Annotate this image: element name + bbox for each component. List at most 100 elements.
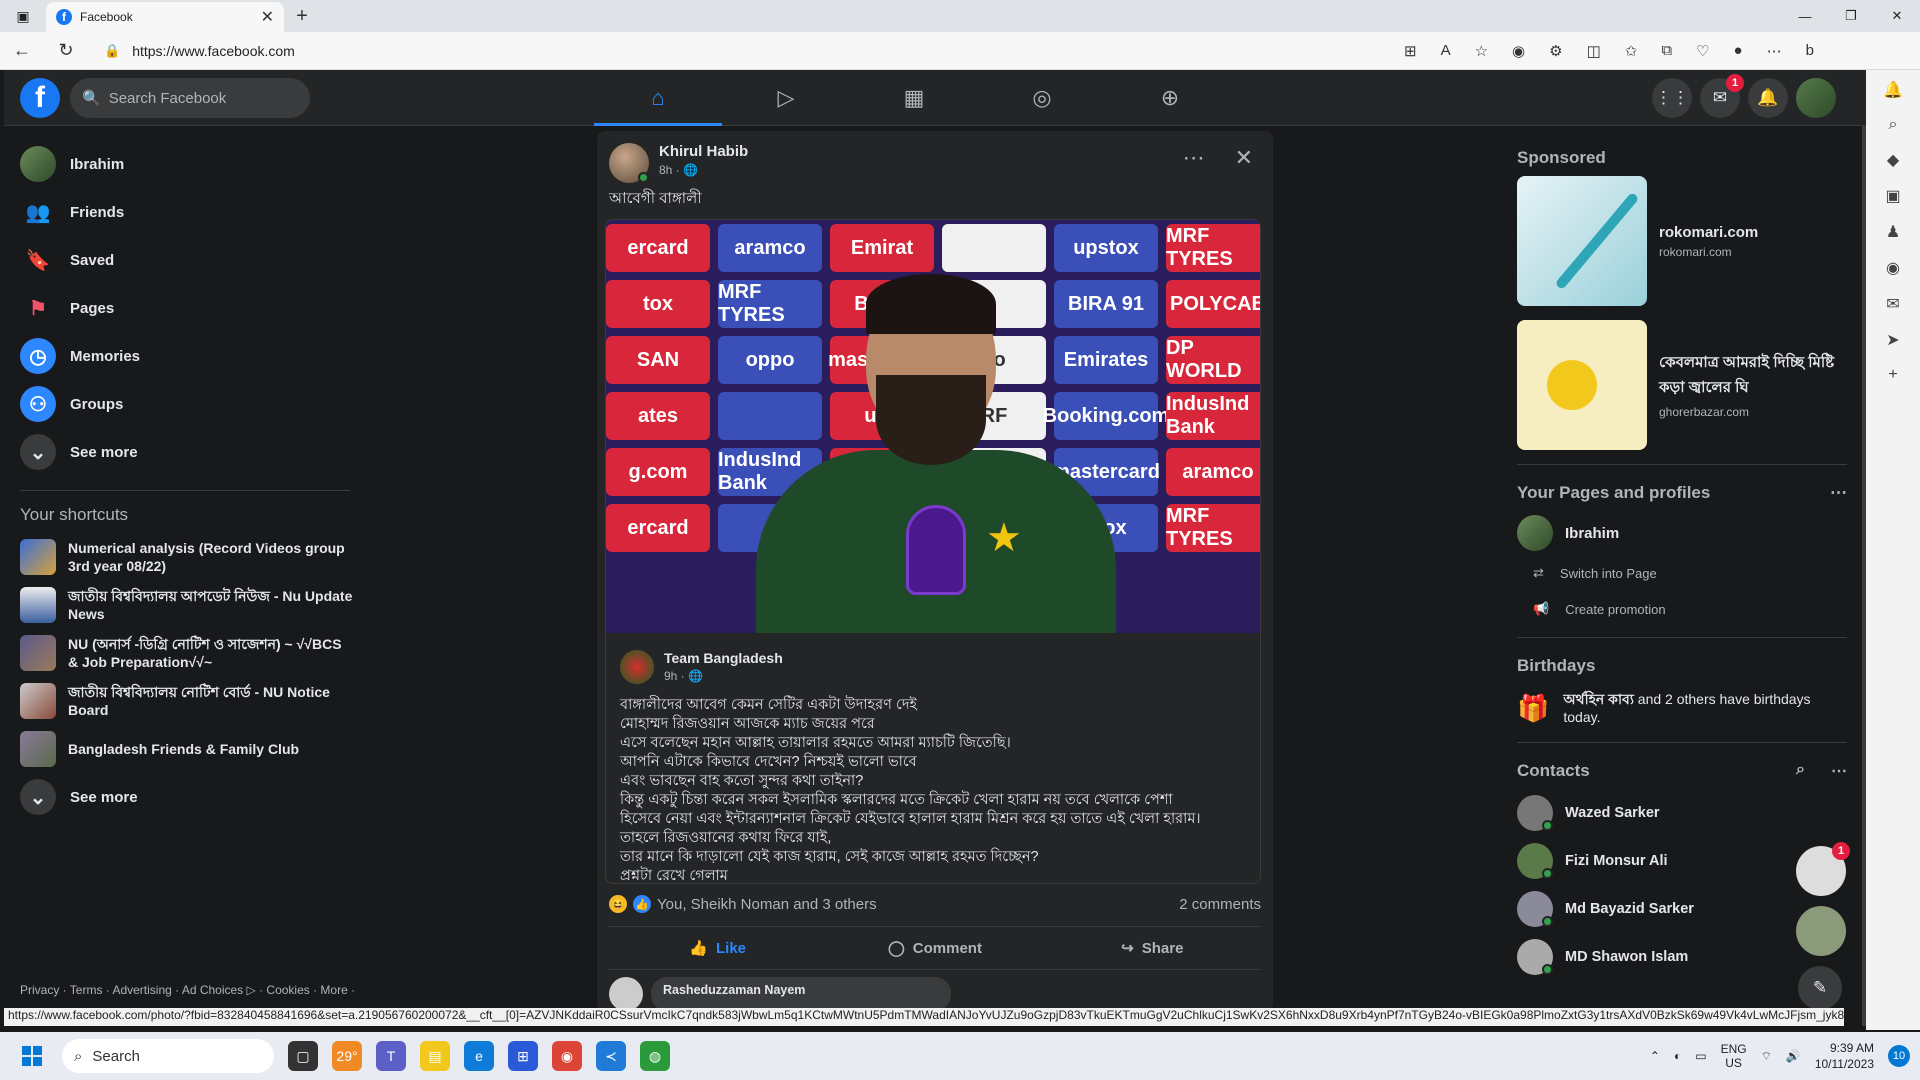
ad-item[interactable]: কেবলমাত্র আমরাই দিচ্ছি মিষ্টি কড়া জ্বাল… bbox=[1517, 320, 1847, 450]
store-icon[interactable]: ⊞ bbox=[508, 1041, 538, 1071]
refresh-button[interactable]: ↻ bbox=[44, 40, 88, 61]
more-options-icon[interactable]: ⋯ bbox=[1830, 483, 1847, 503]
shortcut-item[interactable]: জাতীয় বিশ্ববিদ্যালয় আপডেট নিউজ - Nu Up… bbox=[4, 581, 354, 629]
add-icon[interactable]: + bbox=[1888, 366, 1897, 384]
sidebar-item-pages[interactable]: ⚑ Pages bbox=[4, 284, 354, 332]
shared-author-avatar[interactable] bbox=[620, 650, 654, 684]
extensions-icon[interactable]: ⚙ bbox=[1549, 42, 1562, 60]
network-icon[interactable]: ◐ bbox=[1674, 1049, 1681, 1063]
copilot-icon[interactable]: b bbox=[1806, 42, 1814, 60]
switch-page-button[interactable]: ⇄ Switch into Page bbox=[1517, 555, 1847, 591]
chrome-icon[interactable]: ◉ bbox=[552, 1041, 582, 1071]
new-tab-button[interactable]: + bbox=[284, 5, 320, 28]
browser-essentials-icon[interactable]: ♡ bbox=[1696, 42, 1709, 60]
shortcut-item[interactable]: জাতীয় বিশ্ববিদ্যালয় নোটিশ বোর্ড - NU N… bbox=[4, 677, 354, 725]
contact-item[interactable]: Wazed Sarker bbox=[1517, 789, 1847, 837]
favorite-icon[interactable]: ☆ bbox=[1475, 42, 1488, 60]
gaming-tab[interactable]: ⊕ bbox=[1106, 70, 1234, 126]
restore-button[interactable]: ❐ bbox=[1828, 0, 1874, 32]
shortcut-item[interactable]: Bangladesh Friends & Family Club bbox=[4, 725, 354, 773]
notification-count[interactable]: 10 bbox=[1888, 1045, 1910, 1067]
comment-bubble[interactable]: Rasheduzzaman Nayem bbox=[651, 977, 951, 1011]
file-explorer-icon[interactable]: ▤ bbox=[420, 1041, 450, 1071]
start-button[interactable] bbox=[14, 1038, 50, 1074]
watch-tab[interactable]: ▷ bbox=[722, 70, 850, 126]
post-author[interactable]: Khirul Habib bbox=[659, 143, 748, 160]
tab-actions-icon[interactable]: ▣ bbox=[0, 0, 46, 32]
author-avatar[interactable] bbox=[609, 143, 649, 183]
vscode-icon[interactable]: ≺ bbox=[596, 1041, 626, 1071]
notifications-button[interactable]: 🔔 bbox=[1748, 78, 1788, 118]
search-icon[interactable]: ⌕ bbox=[1889, 116, 1898, 134]
collections-icon[interactable]: ⧉ bbox=[1661, 42, 1672, 60]
url-text[interactable]: https://www.facebook.com bbox=[132, 43, 295, 59]
lock-icon[interactable]: 🔒 bbox=[104, 43, 120, 59]
office-icon[interactable]: ◉ bbox=[1886, 258, 1900, 278]
tag-icon[interactable]: ◆ bbox=[1887, 150, 1899, 170]
wifi-icon[interactable]: ⌔ bbox=[1761, 1049, 1772, 1064]
split-screen-icon[interactable]: ◫ bbox=[1587, 42, 1601, 60]
sidebar-item-memories[interactable]: ◷ Memories bbox=[4, 332, 354, 380]
app-available-icon[interactable]: ⊞ bbox=[1404, 42, 1417, 60]
clock[interactable]: 9:39 AM 10/11/2023 bbox=[1815, 1040, 1874, 1072]
teams-icon[interactable]: T bbox=[376, 1041, 406, 1071]
more-options-icon[interactable]: ⋯ bbox=[1183, 145, 1205, 171]
page-item[interactable]: Ibrahim bbox=[1517, 511, 1847, 555]
chat-head[interactable]: 1 bbox=[1796, 842, 1850, 896]
search-input[interactable]: 🔍 Search Facebook bbox=[70, 78, 310, 118]
post-photo[interactable]: ercard aramco Emirat upstox MRF TYRES tox MRF … bbox=[606, 220, 1260, 633]
task-view-icon[interactable]: ▢ bbox=[288, 1041, 318, 1071]
sidebar-item-profile[interactable]: Ibrahim bbox=[4, 140, 354, 188]
shortcut-item[interactable]: Numerical analysis (Record Videos group … bbox=[4, 533, 354, 581]
profile-icon[interactable]: ● bbox=[1734, 42, 1743, 60]
birthday-name[interactable]: অর্থহিন কাব্য bbox=[1563, 691, 1634, 707]
favorites-icon[interactable]: ✩ bbox=[1625, 42, 1638, 60]
birthday-item[interactable]: 🎁 অর্থহিন কাব্য and 2 others have birthd… bbox=[1517, 684, 1847, 732]
footer-links[interactable]: Privacy · Terms · Advertising · Ad Choic… bbox=[20, 983, 355, 997]
weather-icon[interactable]: 29° bbox=[332, 1041, 362, 1071]
marketplace-tab[interactable]: ▦ bbox=[850, 70, 978, 126]
search-icon[interactable]: ⌕ bbox=[1796, 761, 1805, 781]
extension-icon[interactable]: ◉ bbox=[1512, 42, 1525, 60]
games-icon[interactable]: ♟ bbox=[1886, 222, 1900, 242]
send-icon[interactable]: ➤ bbox=[1886, 330, 1899, 350]
read-aloud-icon[interactable]: A bbox=[1441, 42, 1451, 60]
commenter-avatar[interactable] bbox=[609, 977, 643, 1011]
close-window-button[interactable]: ✕ bbox=[1874, 0, 1920, 32]
sidebar-item-saved[interactable]: 🔖 Saved bbox=[4, 236, 354, 284]
share-button[interactable]: ↪ Share bbox=[1044, 927, 1261, 969]
bell-icon[interactable]: 🔔 bbox=[1883, 80, 1903, 100]
toolbox-icon[interactable]: ▣ bbox=[1885, 186, 1900, 206]
post-time[interactable]: 8h · 🌐 bbox=[659, 163, 748, 177]
messenger-button[interactable]: ✉ 1 bbox=[1700, 74, 1744, 118]
comment-button[interactable]: ◯ Comment bbox=[826, 927, 1043, 969]
shortcuts-see-more[interactable]: ⌄ See more bbox=[4, 773, 354, 821]
account-avatar[interactable] bbox=[1796, 78, 1836, 118]
volume-icon[interactable]: 🔊 bbox=[1786, 1049, 1801, 1063]
outlook-icon[interactable]: ✉ bbox=[1886, 294, 1899, 314]
sidebar-item-friends[interactable]: 👥 Friends bbox=[4, 188, 354, 236]
menu-button[interactable]: ⋮⋮ bbox=[1652, 78, 1692, 118]
close-tab-icon[interactable]: ✕ bbox=[261, 7, 274, 27]
globe-app-icon[interactable]: ◍ bbox=[640, 1041, 670, 1071]
close-icon[interactable]: ✕ bbox=[1235, 145, 1253, 171]
home-tab[interactable]: ⌂ bbox=[594, 70, 722, 126]
sidebar-item-groups[interactable]: ⚇ Groups bbox=[4, 380, 354, 428]
back-button[interactable]: ← bbox=[0, 40, 44, 61]
shared-time[interactable]: 9h · 🌐 bbox=[664, 669, 783, 683]
chevron-up-icon[interactable]: ⌃ bbox=[1650, 1049, 1660, 1063]
settings-menu-icon[interactable]: ⋯ bbox=[1767, 42, 1782, 60]
reaction-summary[interactable]: 😆 👍 You, Sheikh Noman and 3 others bbox=[609, 895, 877, 913]
new-message-button[interactable]: ✎ bbox=[1798, 966, 1842, 1010]
shortcut-item[interactable]: NU (অনার্স -ডিগ্রি নোটিশ ও সাজেশন) ~ √√B… bbox=[4, 629, 354, 677]
groups-tab[interactable]: ◎ bbox=[978, 70, 1106, 126]
display-icon[interactable]: ▭ bbox=[1695, 1049, 1706, 1063]
minimize-button[interactable]: — bbox=[1782, 0, 1828, 32]
ad-item[interactable]: rokomari.com rokomari.com bbox=[1517, 176, 1847, 306]
browser-tab[interactable]: f Facebook ✕ bbox=[46, 2, 284, 32]
shared-post[interactable]: ercard aramco Emirat upstox MRF TYRES tox MRF … bbox=[605, 219, 1261, 884]
edge-icon[interactable]: e bbox=[464, 1041, 494, 1071]
create-promotion-button[interactable]: 📢 Create promotion bbox=[1517, 591, 1847, 627]
shared-author[interactable]: Team Bangladesh bbox=[664, 650, 783, 666]
language-indicator[interactable]: ENG US bbox=[1721, 1042, 1747, 1070]
